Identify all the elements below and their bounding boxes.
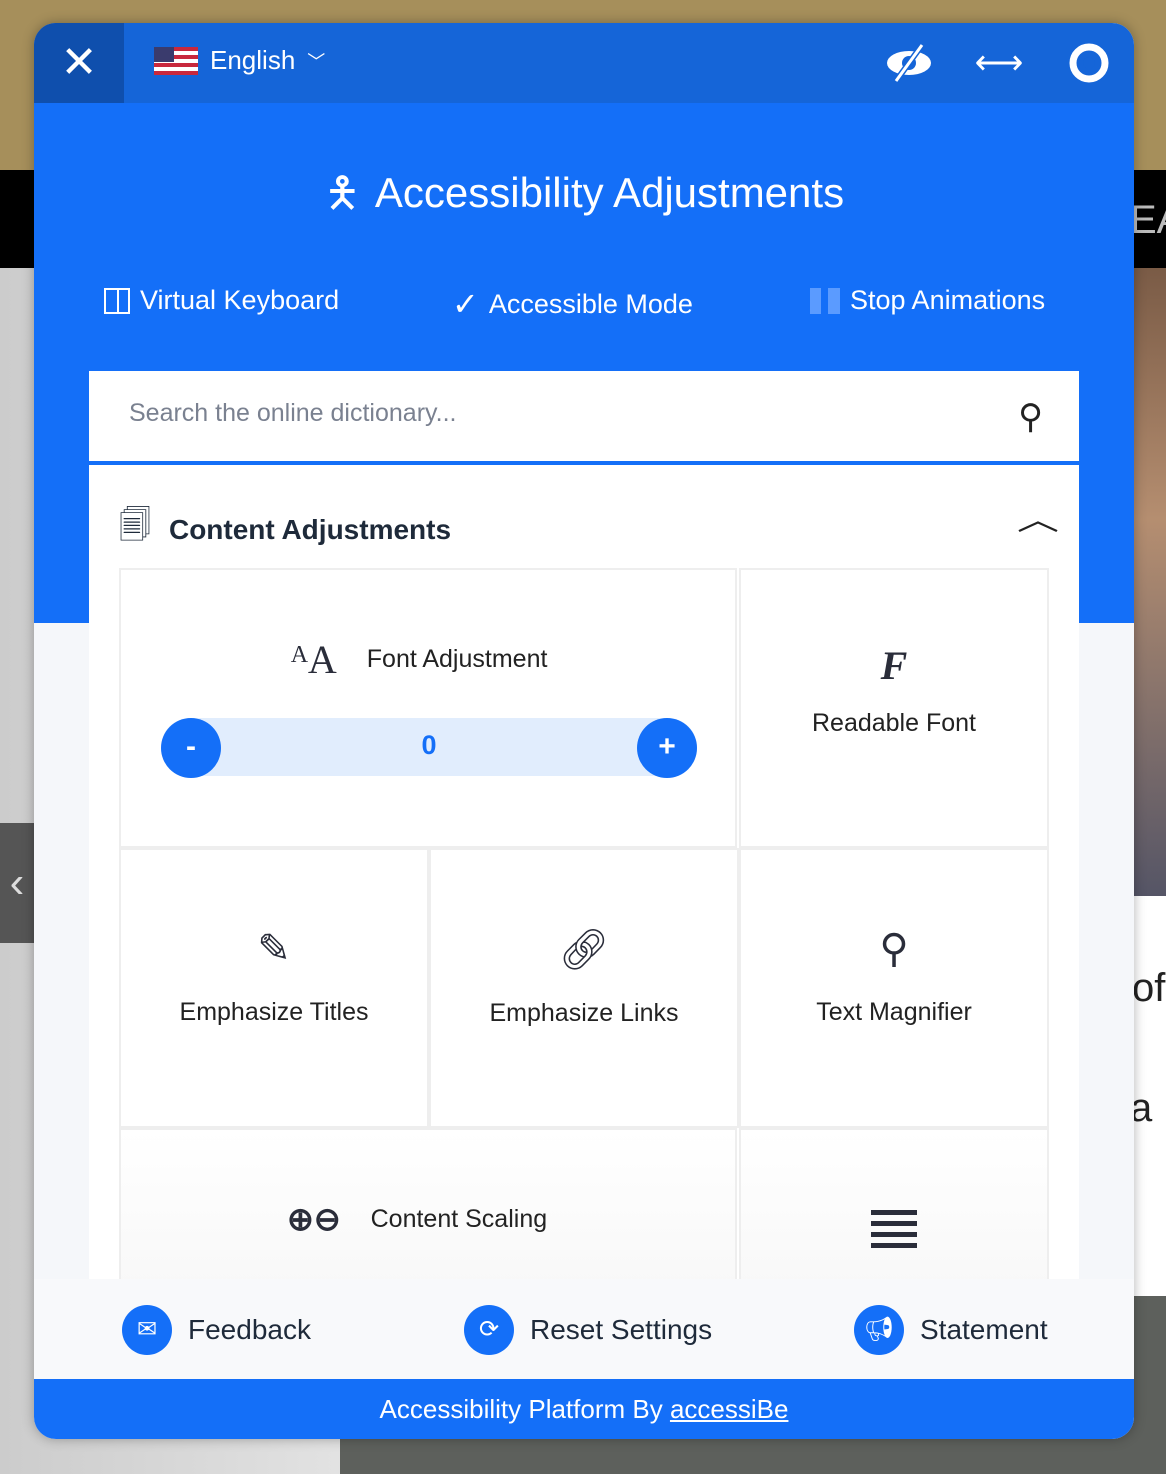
arrows-horizontal-icon[interactable]: ⟷ [974, 41, 1024, 85]
checkmark-icon: ✓ [452, 286, 479, 322]
send-icon: ✉ [122, 1305, 172, 1355]
footer-label: Reset Settings [530, 1314, 713, 1345]
tile-label: Text Magnifier [816, 998, 972, 1026]
pencil-icon: ✎ [257, 927, 291, 971]
credit-text: Accessibility Platform By [379, 1394, 663, 1424]
mode-label: Accessible Mode [488, 288, 693, 319]
panel-title: 🯅 Accessibility Adjustments [34, 163, 1134, 234]
platform-credit-bar: Accessibility Platform By accessiBe [34, 1379, 1134, 1439]
background-content: of a [1130, 896, 1166, 1296]
pause-icon [810, 287, 840, 314]
reset-settings-button[interactable]: ⟳ Reset Settings [464, 1305, 712, 1355]
background-text: EA [1130, 198, 1166, 242]
keyboard-icon [104, 287, 130, 314]
lifebuoy-icon[interactable] [1064, 41, 1114, 85]
language-selector[interactable]: English ﹀ [154, 45, 325, 76]
eye-slash-icon[interactable] [884, 41, 934, 85]
stop-animations-button[interactable]: Stop Animations [810, 285, 1045, 316]
font-size-stepper: 0 - + [161, 718, 697, 778]
feedback-button[interactable]: ✉ Feedback [122, 1305, 311, 1355]
font-adjustment-tile: ᴬA Font Adjustment 0 - + [119, 568, 737, 848]
panel-footer: ✉ Feedback ⟳ Reset Settings 📢︎ Statement [34, 1279, 1134, 1379]
background-photo [1134, 268, 1166, 896]
background-text: of [1132, 966, 1166, 1010]
refresh-icon: ⟳ [464, 1305, 514, 1355]
us-flag-icon [154, 46, 198, 75]
font-f-icon: F [880, 643, 908, 688]
search-icon[interactable]: ⚲ [1018, 397, 1043, 437]
title-text: Accessibility Adjustments [374, 169, 845, 216]
increase-font-button[interactable]: + [637, 718, 697, 778]
accessibe-link[interactable]: accessiBe [670, 1394, 789, 1424]
tile-label: Font Adjustment [366, 645, 548, 673]
font-size-value: 0 [421, 730, 437, 760]
virtual-keyboard-button[interactable]: Virtual Keyboard [104, 285, 339, 316]
accessibility-panel: ✕ English ﹀ ⟷ 🯅 Accessibility Adjustments… [34, 23, 1134, 1439]
tile-label: Readable Font [811, 709, 976, 737]
megaphone-icon: 📢︎ [854, 1305, 904, 1355]
font-size-icon: ᴬA [291, 637, 337, 682]
footer-label: Feedback [188, 1314, 311, 1345]
search-input[interactable] [129, 399, 949, 428]
tile-label: Emphasize Titles [179, 998, 369, 1026]
slider-prev-button[interactable]: ‹ [0, 823, 34, 943]
close-button[interactable]: ✕ [34, 23, 124, 103]
readable-font-tile[interactable]: F Readable Font [739, 568, 1049, 848]
zoom-in-out-icon: ⊕⊖ [287, 1201, 341, 1237]
tile-label: Content Scaling [370, 1204, 548, 1233]
decrease-font-button[interactable]: - [161, 718, 221, 778]
footer-label: Statement [920, 1314, 1048, 1345]
section-title: Content Adjustments [168, 514, 452, 545]
chevron-up-icon[interactable]: ︿ [1017, 495, 1059, 539]
mode-label: Stop Animations [850, 285, 1046, 315]
chevron-down-icon: ﹀ [307, 51, 326, 72]
link-icon: 🔗︎ [558, 928, 610, 972]
section-header[interactable]: 🗐 Content Adjustments [119, 503, 451, 557]
dictionary-search: ⚲ [89, 371, 1079, 465]
document-icon: 🗐 [119, 507, 151, 543]
align-center-icon [871, 1210, 917, 1250]
magnifier-icon: ⚲ [879, 927, 909, 971]
accessibility-person-icon: 🯅 [323, 169, 361, 216]
emphasize-titles-tile[interactable]: ✎ Emphasize Titles [119, 848, 429, 1128]
statement-button[interactable]: 📢︎ Statement [854, 1305, 1048, 1355]
tile-label: Emphasize Links [489, 999, 679, 1027]
panel-header: ✕ English ﹀ ⟷ [34, 23, 1134, 103]
emphasize-links-tile[interactable]: 🔗︎ Emphasize Links [429, 848, 739, 1128]
mode-label: Virtual Keyboard [140, 285, 340, 315]
accessible-mode-button[interactable]: ✓ Accessible Mode [452, 285, 693, 323]
language-label: English [210, 45, 296, 75]
text-magnifier-tile[interactable]: ⚲ Text Magnifier [739, 848, 1049, 1128]
content-adjustments-section: 🗐 Content Adjustments ︿ ᴬA Font Adjustmen… [89, 465, 1079, 1408]
